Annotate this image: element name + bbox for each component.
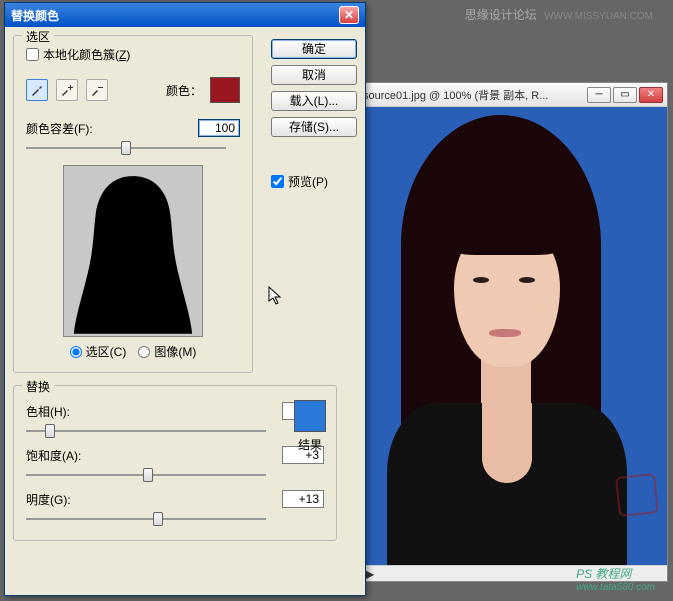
dialog-titlebar[interactable]: 替换颜色 ✕ <box>5 3 365 27</box>
result-color-swatch[interactable] <box>294 400 326 432</box>
localized-clusters-row[interactable]: 本地化颜色簇(Z) <box>26 46 240 63</box>
dialog-title: 替换颜色 <box>11 7 339 24</box>
hue-label: 色相(H): <box>26 403 106 420</box>
result-label: 结果 <box>298 438 322 452</box>
document-window: source01.jpg @ 100% (背景 副本, R... ─ ▭ ✕ ▶ <box>358 82 668 582</box>
fuzziness-label: 颜色容差(F): <box>26 120 93 137</box>
preview-label: 预览(P) <box>288 173 328 190</box>
watermark-bottom-url: www.tata580.com <box>576 582 655 593</box>
result-block: 结果 <box>294 400 326 453</box>
lightness-input[interactable] <box>282 490 324 508</box>
fuzziness-slider[interactable] <box>26 139 226 157</box>
close-window-button[interactable]: ✕ <box>639 87 663 103</box>
fuzziness-row: 颜色容差(F): <box>26 119 240 137</box>
hue-row: 色相(H): <box>26 402 324 420</box>
watermark-top-text: 思缘设计论坛 <box>465 8 537 22</box>
cancel-button[interactable]: 取消 <box>271 65 357 85</box>
document-title: source01.jpg @ 100% (背景 副本, R... <box>363 87 587 103</box>
eyedropper-subtract-icon[interactable] <box>86 79 108 101</box>
ok-button[interactable]: 确定 <box>271 39 357 59</box>
radio-selection-input[interactable] <box>70 346 82 358</box>
hue-slider[interactable] <box>26 422 266 440</box>
preview-checkbox-row[interactable]: 预览(P) <box>271 173 328 190</box>
radio-selection[interactable]: 选区(C) <box>70 343 127 360</box>
preview-mode-radios: 选区(C) 图像(M) <box>26 343 240 360</box>
selection-group-title: 选区 <box>22 28 54 45</box>
portrait-image <box>359 107 667 565</box>
localized-clusters-label: 本地化颜色簇(Z) <box>43 46 130 63</box>
watermark-top-url: WWW.MISSYUAN.COM <box>544 11 653 22</box>
dialog-close-button[interactable]: ✕ <box>339 6 359 24</box>
replace-group-title: 替换 <box>22 378 54 395</box>
watermark-bottom-text: PS 教程网 <box>576 567 631 581</box>
saturation-slider[interactable] <box>26 466 266 484</box>
dialog-button-column: 确定 取消 载入(L)... 存储(S)... <box>271 39 357 137</box>
preview-checkbox[interactable] <box>271 175 284 188</box>
lightness-row: 明度(G): <box>26 490 324 508</box>
radio-image-input[interactable] <box>138 346 150 358</box>
radio-image[interactable]: 图像(M) <box>138 343 196 360</box>
window-buttons: ─ ▭ ✕ <box>587 87 663 103</box>
statusbar-text: ▶ <box>365 567 374 581</box>
document-canvas[interactable] <box>359 107 667 565</box>
saturation-slider-thumb[interactable] <box>143 468 153 482</box>
load-button[interactable]: 载入(L)... <box>271 91 357 111</box>
saturation-label: 饱和度(A): <box>26 447 106 464</box>
eyedropper-icon[interactable] <box>26 79 48 101</box>
lightness-slider[interactable] <box>26 510 266 528</box>
replace-color-dialog: 替换颜色 ✕ 确定 取消 载入(L)... 存储(S)... 预览(P) 选区 … <box>4 2 366 596</box>
lightness-slider-thumb[interactable] <box>153 512 163 526</box>
watermark-bottom: PS 教程网 www.tata580.com <box>576 565 655 593</box>
eyedropper-row: 颜色： <box>26 77 240 103</box>
color-label: 颜色： <box>166 82 202 99</box>
fuzziness-slider-thumb[interactable] <box>121 141 131 155</box>
watermark-top: 思缘设计论坛 WWW.MISSYUAN.COM <box>465 6 653 23</box>
selection-preview-image <box>63 165 203 337</box>
saturation-row: 饱和度(A): <box>26 446 324 464</box>
maximize-button[interactable]: ▭ <box>613 87 637 103</box>
replace-group: 替换 结果 色相(H): 饱和度(A): <box>13 385 337 541</box>
fuzziness-input[interactable] <box>198 119 240 137</box>
localized-clusters-checkbox[interactable] <box>26 48 39 61</box>
document-titlebar: source01.jpg @ 100% (背景 副本, R... ─ ▭ ✕ <box>359 83 667 107</box>
eyedropper-add-icon[interactable] <box>56 79 78 101</box>
save-button[interactable]: 存储(S)... <box>271 117 357 137</box>
minimize-button[interactable]: ─ <box>587 87 611 103</box>
hue-slider-thumb[interactable] <box>45 424 55 438</box>
selection-group: 选区 本地化颜色簇(Z) 颜色： 颜色容差(F): <box>13 35 253 373</box>
selection-color-swatch[interactable] <box>210 77 240 103</box>
lightness-label: 明度(G): <box>26 491 106 508</box>
